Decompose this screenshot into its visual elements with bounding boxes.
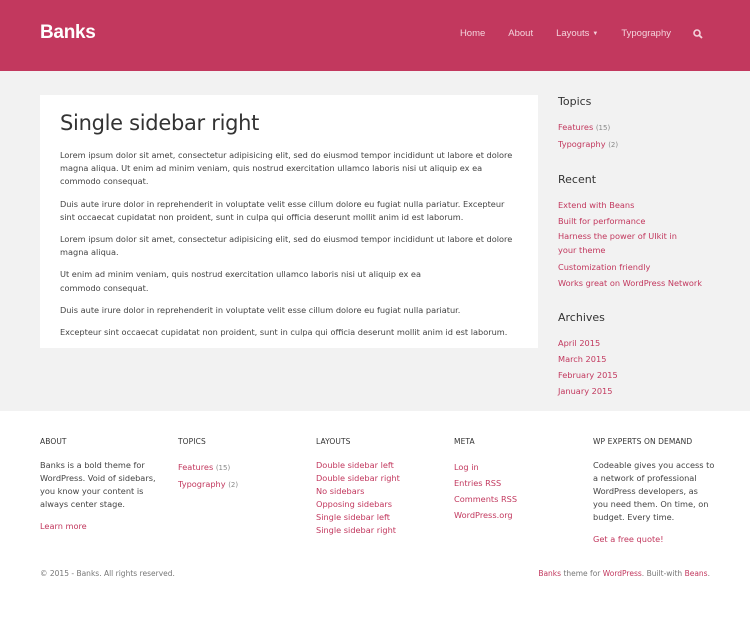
footer-topic-features[interactable]: Features (15) xyxy=(178,459,298,476)
search-icon[interactable] xyxy=(693,28,703,39)
nav-layouts[interactable]: Layouts ▼ xyxy=(556,28,598,39)
paragraph: Lorem ipsum dolor sit amet, consectetur … xyxy=(60,234,513,258)
nav-about[interactable]: About xyxy=(508,28,533,39)
comments-rss-link[interactable]: Comments RSS xyxy=(454,491,574,507)
free-quote-link[interactable]: Get a free quote! xyxy=(593,533,715,546)
sidebar-archives: Archives April 2015 March 2015 February … xyxy=(558,311,728,399)
layout-link[interactable]: Opposing sidebars xyxy=(316,498,436,511)
sidebar: Topics Features (15) Typography (2) Rece… xyxy=(558,95,728,419)
footer-topic-typography[interactable]: Typography (2) xyxy=(178,476,298,493)
layout-link[interactable]: No sidebars xyxy=(316,485,436,498)
archive-link[interactable]: January 2015 xyxy=(558,383,728,399)
paragraph: Lorem ipsum dolor sit amet, consectetur … xyxy=(60,150,513,187)
footer-layouts-title: LAYOUTS xyxy=(316,437,351,446)
main-nav: Home About Layouts ▼ Typography xyxy=(437,28,703,39)
footer-meta-title: META xyxy=(454,437,475,446)
paragraph: Duis aute irure dolor in reprehenderit i… xyxy=(60,304,461,315)
site-header: Banks Home About Layouts ▼ Typography xyxy=(0,0,750,71)
credit-text: Banks theme for WordPress. Built-with Be… xyxy=(538,569,710,578)
topic-label: Features xyxy=(178,462,214,472)
topic-count: (15) xyxy=(215,464,231,472)
credit-text-part: . xyxy=(707,569,710,578)
credit-text-part: . Built-with xyxy=(641,569,685,578)
paragraph: Excepteur sint occaecat cupidatat non pr… xyxy=(60,327,508,338)
sidebar-topic-features[interactable]: Features (15) xyxy=(558,119,728,136)
credit-text-part: theme for xyxy=(561,569,603,578)
recent-post-link[interactable]: Extend with Beans xyxy=(558,197,728,213)
topic-count: (2) xyxy=(608,141,619,149)
footer-bottom-bar: © 2015 - Banks. All rights reserved. Ban… xyxy=(40,569,710,578)
nav-typography[interactable]: Typography xyxy=(621,28,671,39)
content-area: Single sidebar right Lorem ipsum dolor s… xyxy=(0,71,750,411)
login-link[interactable]: Log in xyxy=(454,459,574,475)
footer-layouts: LAYOUTS Double sidebar left Double sideb… xyxy=(316,437,436,537)
footer-wp-experts: WP EXPERTS ON DEMAND Codeable gives you … xyxy=(593,437,715,546)
sidebar-topic-typography[interactable]: Typography (2) xyxy=(558,136,728,153)
wordpress-org-link[interactable]: WordPress.org xyxy=(454,507,574,523)
sidebar-archives-title: Archives xyxy=(558,311,605,324)
sidebar-topics-title: Topics xyxy=(558,95,592,108)
topic-label: Typography xyxy=(558,139,606,149)
nav-home[interactable]: Home xyxy=(460,28,485,39)
wordpress-credit-link[interactable]: WordPress xyxy=(603,569,642,578)
topic-label: Features xyxy=(558,122,594,132)
recent-post-link[interactable]: Harness the power of UIkit in your theme xyxy=(558,230,693,257)
recent-post-link[interactable]: Works great on WordPress Network xyxy=(558,275,728,291)
recent-post-link[interactable]: Customization friendly xyxy=(558,259,728,275)
sidebar-topics: Topics Features (15) Typography (2) xyxy=(558,95,728,153)
learn-more-link[interactable]: Learn more xyxy=(40,520,160,533)
sidebar-recent-title: Recent xyxy=(558,173,597,186)
caret-down-icon: ▼ xyxy=(592,30,599,37)
layout-link[interactable]: Double sidebar right xyxy=(316,472,436,485)
beans-credit-link[interactable]: Beans xyxy=(685,569,708,578)
page-title: Single sidebar right xyxy=(60,111,260,135)
paragraph: Duis aute irure dolor in reprehenderit i… xyxy=(60,198,505,222)
footer-wp-text: Codeable gives you access to a network o… xyxy=(593,460,715,522)
footer-meta: META Log in Entries RSS Comments RSS Wor… xyxy=(454,437,574,523)
site-logo[interactable]: Banks xyxy=(40,22,96,44)
topic-count: (15) xyxy=(595,124,611,132)
paragraph: Ut enim ad minim veniam, quis nostrud ex… xyxy=(60,269,421,293)
sidebar-recent: Recent Extend with Beans Built for perfo… xyxy=(558,173,728,291)
footer-wp-title: WP EXPERTS ON DEMAND xyxy=(593,437,693,446)
entries-rss-link[interactable]: Entries RSS xyxy=(454,475,574,491)
archive-link[interactable]: February 2015 xyxy=(558,367,728,383)
footer-about-text: Banks is a bold theme for WordPress. Voi… xyxy=(40,460,156,509)
copyright-text: © 2015 - Banks. All rights reserved. xyxy=(40,569,175,578)
archive-link[interactable]: April 2015 xyxy=(558,335,728,351)
topic-label: Typography xyxy=(178,479,226,489)
recent-post-link[interactable]: Built for performance xyxy=(558,213,728,229)
footer-about: ABOUT Banks is a bold theme for WordPres… xyxy=(40,437,160,533)
topic-count: (2) xyxy=(228,481,239,489)
layout-link[interactable]: Single sidebar right xyxy=(316,524,436,537)
banks-credit-link[interactable]: Banks xyxy=(538,569,561,578)
footer-about-title: ABOUT xyxy=(40,437,67,446)
nav-layouts-label: Layouts xyxy=(556,28,590,39)
layout-link[interactable]: Double sidebar left xyxy=(316,459,436,472)
archive-link[interactable]: March 2015 xyxy=(558,351,728,367)
footer-topics-title: TOPICS xyxy=(178,437,206,446)
layout-link[interactable]: Single sidebar left xyxy=(316,511,436,524)
main-article: Single sidebar right Lorem ipsum dolor s… xyxy=(40,95,538,348)
footer-topics: TOPICS Features (15) Typography (2) xyxy=(178,437,298,493)
